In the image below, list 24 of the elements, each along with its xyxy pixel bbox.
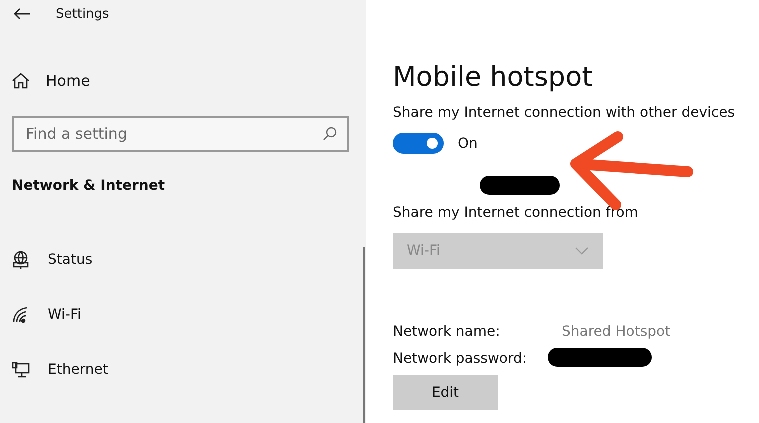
search-field[interactable]: Find a setting [12, 116, 349, 152]
toggle-switch[interactable] [393, 133, 444, 154]
nav-item[interactable]: Status [12, 251, 365, 269]
search-icon [323, 127, 337, 141]
computer-icon [12, 361, 30, 379]
detail-value: Shared Hotspot [562, 324, 671, 340]
scrollbar[interactable] [363, 247, 365, 423]
edit-button[interactable]: Edit [393, 375, 498, 410]
wifi-icon [12, 306, 30, 324]
chevron-down-icon [575, 247, 589, 255]
detail-label: Network name: [393, 324, 502, 340]
nav-item[interactable]: Wi-Fi [12, 306, 365, 324]
detail-label: Network password: [393, 351, 528, 367]
setting-label: Share my Internet connection with other devices [393, 105, 736, 121]
setting-label: Share my Internet connection from [393, 205, 640, 221]
home-icon [12, 72, 30, 90]
back-arrow-icon[interactable] [14, 8, 30, 20]
toggle-state: On [458, 136, 478, 152]
nav-item[interactable]: Ethernet [12, 361, 365, 379]
section-heading: Network & Internet [12, 178, 166, 194]
home-link[interactable]: Home [12, 72, 365, 90]
window-title: Settings [56, 6, 110, 22]
globe-monitor-icon [12, 251, 30, 269]
page-title: Mobile hotspot [393, 62, 594, 93]
